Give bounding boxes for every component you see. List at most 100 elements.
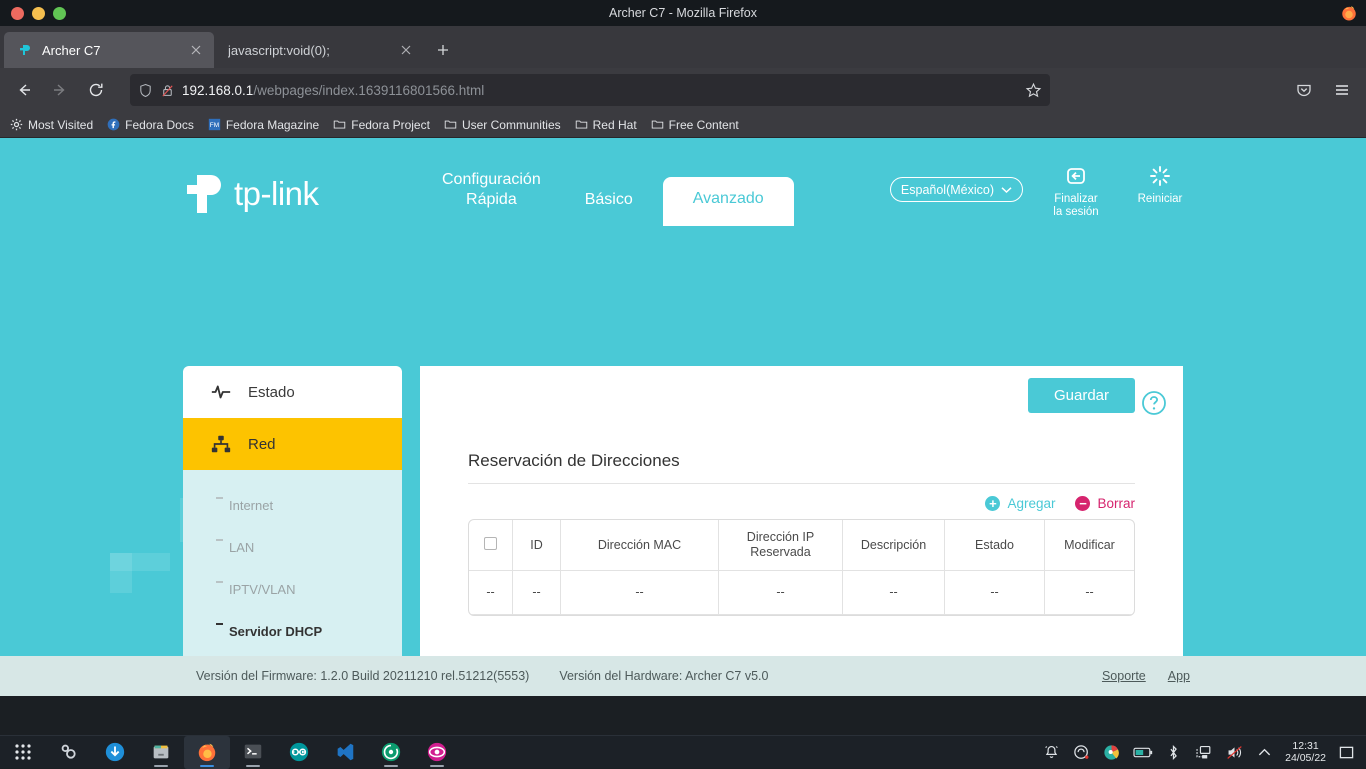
sidebar-item-servidor-dhcp[interactable]: Servidor DHCP xyxy=(183,610,402,652)
tab-configuracion-rapida[interactable]: Configuración Rápida xyxy=(420,170,563,226)
volume-muted-icon[interactable] xyxy=(1225,744,1244,761)
files-icon xyxy=(150,741,172,763)
window-close-button[interactable] xyxy=(11,7,24,20)
taskbar-files[interactable] xyxy=(138,736,184,769)
folder-icon xyxy=(575,118,588,131)
sidebar: Estado Red Internet LAN IPTV/VLAN xyxy=(183,366,402,696)
sidebar-item-internet[interactable]: Internet xyxy=(183,484,402,526)
folder-icon xyxy=(651,118,664,131)
window-minimize-button[interactable] xyxy=(32,7,45,20)
taskbar-settings[interactable] xyxy=(46,736,92,769)
notification-bell-icon[interactable] xyxy=(1043,744,1060,761)
window-maximize-button[interactable] xyxy=(53,7,66,20)
tab-basico[interactable]: Básico xyxy=(563,190,655,226)
add-reservation-button[interactable]: + Agregar xyxy=(985,496,1055,511)
bookmark-star-icon[interactable] xyxy=(1025,82,1042,99)
window-controls[interactable] xyxy=(0,7,66,20)
pocket-save-button[interactable] xyxy=(1288,74,1320,106)
taskbar-arduino[interactable] xyxy=(276,736,322,769)
router-footer: Versión del Firmware: 1.2.0 Build 202112… xyxy=(0,656,1366,696)
battery-icon[interactable] xyxy=(1133,744,1153,761)
tab-close-icon[interactable] xyxy=(188,42,204,58)
address-bar[interactable]: 192.168.0.1/webpages/index.1639116801566… xyxy=(130,74,1050,106)
sidebar-item-lan[interactable]: LAN xyxy=(183,526,402,568)
colorful-disc-icon[interactable] xyxy=(1103,744,1120,761)
folder-icon xyxy=(333,118,346,131)
running-indicator xyxy=(154,765,168,767)
back-button[interactable] xyxy=(8,74,40,106)
taskbar-firefox[interactable] xyxy=(184,736,230,769)
reboot-button[interactable]: Reiniciar xyxy=(1129,164,1191,206)
reboot-icon xyxy=(1129,164,1191,190)
app-link[interactable]: App xyxy=(1168,669,1190,683)
router-nav-tabs: Configuración Rápida Básico Avanzado xyxy=(420,138,794,226)
reservation-table: ID Dirección MAC Dirección IP Reservada … xyxy=(468,519,1135,616)
delete-reservation-button[interactable]: − Borrar xyxy=(1075,496,1135,511)
url-path: /webpages/index.1639116801566.html xyxy=(253,83,484,98)
bookmark-free-content[interactable]: Free Content xyxy=(651,118,739,132)
select-all-checkbox[interactable] xyxy=(484,537,497,550)
taskbar-app-grid[interactable] xyxy=(0,736,46,769)
taskbar-terminal[interactable] xyxy=(230,736,276,769)
save-button[interactable]: Guardar xyxy=(1028,378,1135,413)
running-indicator xyxy=(200,765,214,767)
taskbar-download[interactable] xyxy=(92,736,138,769)
bookmark-most-visited[interactable]: Most Visited xyxy=(10,118,93,132)
bookmark-fedora-project[interactable]: Fedora Project xyxy=(333,118,430,132)
bookmark-fedora-docs[interactable]: Fedora Docs xyxy=(107,118,194,132)
bookmark-user-communities[interactable]: User Communities xyxy=(444,118,561,132)
reservation-select-all-cell[interactable] xyxy=(469,520,513,571)
chevron-down-icon xyxy=(1001,186,1012,194)
taskbar-vscode[interactable] xyxy=(322,736,368,769)
tab-close-icon[interactable] xyxy=(398,42,414,58)
network-icon[interactable] xyxy=(1194,744,1212,761)
os-taskbar: 12:31 24/05/22 xyxy=(0,735,1366,768)
clock-time: 12:31 xyxy=(1285,740,1326,752)
new-tab-button[interactable] xyxy=(428,35,458,65)
browser-tab-label: Archer C7 xyxy=(42,43,180,58)
support-link[interactable]: Soporte xyxy=(1102,669,1146,683)
lock-insecure-icon xyxy=(160,83,175,98)
bookmark-label: Fedora Project xyxy=(351,118,430,132)
bluetooth-icon[interactable] xyxy=(1166,744,1181,761)
clock[interactable]: 12:31 24/05/22 xyxy=(1285,740,1326,764)
show-desktop-icon[interactable] xyxy=(1339,745,1354,760)
taskbar-green-app[interactable] xyxy=(368,736,414,769)
help-icon[interactable] xyxy=(1141,390,1167,416)
browser-tab-label: javascript:void(0); xyxy=(228,43,390,58)
cell-status: -- xyxy=(945,571,1045,615)
gear-icon xyxy=(10,118,23,131)
language-selector[interactable]: Español(México) xyxy=(890,177,1023,202)
sidebar-item-label: Internet xyxy=(229,498,273,513)
sidebar-item-label: Red xyxy=(248,436,276,453)
bookmark-label: Red Hat xyxy=(593,118,637,132)
browser-tab-archer-c7[interactable]: Archer C7 xyxy=(4,32,214,68)
save-row: Guardar xyxy=(468,366,1135,413)
bookmark-red-hat[interactable]: Red Hat xyxy=(575,118,637,132)
bookmark-label: Fedora Docs xyxy=(125,118,194,132)
content-inner: Guardar Reservación de Direcciones + Agr… xyxy=(420,366,1183,696)
sidebar-item-red[interactable]: Red xyxy=(183,418,402,470)
column-header-id: ID xyxy=(513,520,561,571)
sidebar-item-estado[interactable]: Estado xyxy=(183,366,402,418)
firmware-version: Versión del Firmware: 1.2.0 Build 202112… xyxy=(196,669,529,683)
sidebar-item-iptv-vlan[interactable]: IPTV/VLAN xyxy=(183,568,402,610)
reservation-actions: + Agregar − Borrar xyxy=(468,496,1135,511)
browser-titlebar: Archer C7 - Mozilla Firefox xyxy=(0,0,1366,26)
cell-modify: -- xyxy=(1045,571,1134,615)
forward-button[interactable] xyxy=(44,74,76,106)
reload-button[interactable] xyxy=(80,74,112,106)
tab-avanzado[interactable]: Avanzado xyxy=(663,177,794,226)
arrow-left-icon xyxy=(15,81,33,99)
terminal-icon xyxy=(242,741,264,763)
bookmarks-bar: Most Visited Fedora Docs FM Fedora Magaz… xyxy=(0,112,1366,138)
browser-tab-javascript-void[interactable]: javascript:void(0); xyxy=(214,32,424,68)
chevron-up-icon[interactable] xyxy=(1257,745,1272,760)
bookmark-fedora-magazine[interactable]: FM Fedora Magazine xyxy=(208,118,319,132)
green-app-icon xyxy=(380,741,402,763)
taskbar-eye-app[interactable] xyxy=(414,736,460,769)
app-menu-button[interactable] xyxy=(1326,74,1358,106)
logout-button[interactable]: Finalizar la sesión xyxy=(1045,164,1107,219)
record-icon[interactable] xyxy=(1073,744,1090,761)
arduino-icon xyxy=(288,741,310,763)
